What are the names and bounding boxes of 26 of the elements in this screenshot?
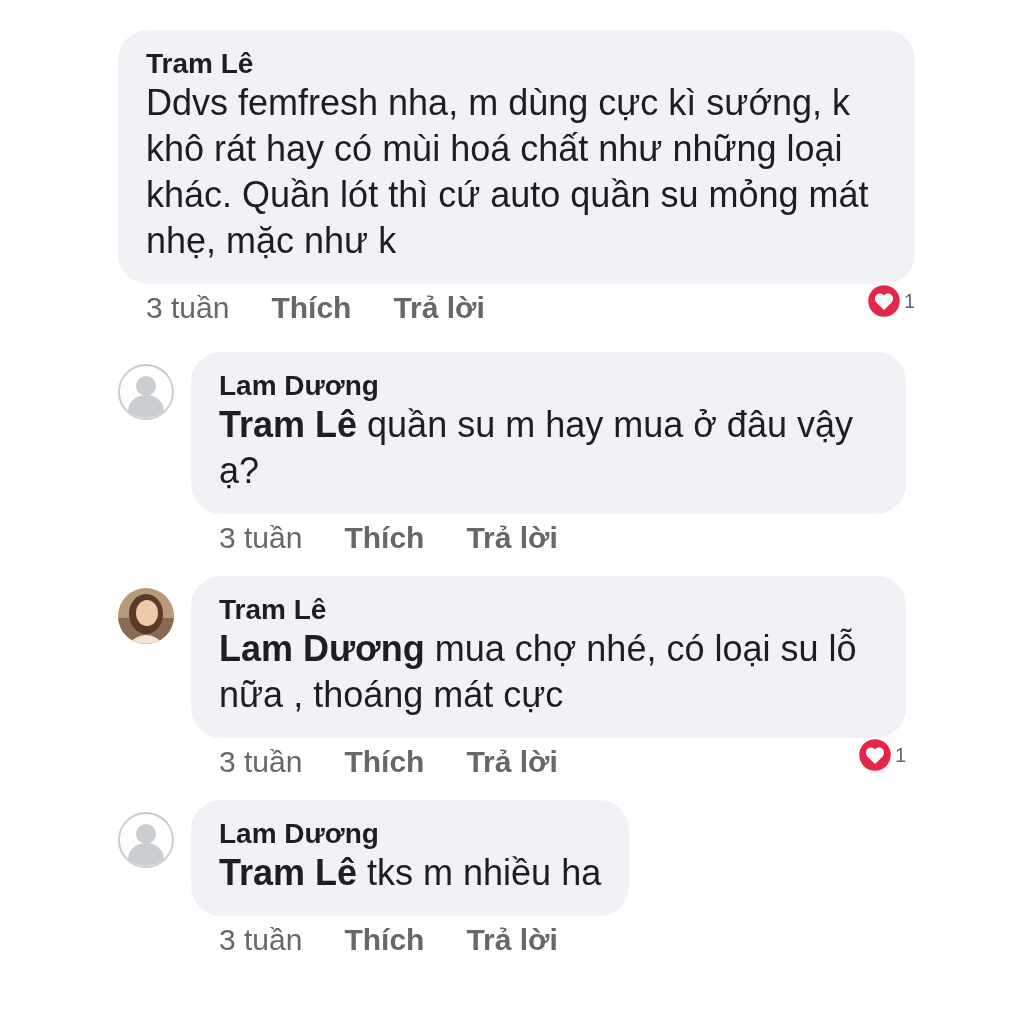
reply-link[interactable]: Trả lời <box>393 290 485 326</box>
reply-link[interactable]: Trả lời <box>466 922 558 958</box>
avatar-icon[interactable] <box>118 812 174 868</box>
timestamp: 3 tuần <box>146 290 230 326</box>
like-link[interactable]: Thích <box>344 922 425 958</box>
reaction-badge[interactable]: 1 <box>865 283 915 319</box>
timestamp: 3 tuần <box>219 744 303 780</box>
reply-link[interactable]: Trả lời <box>466 744 558 780</box>
like-link[interactable]: Thích <box>271 290 352 326</box>
author-name[interactable]: Lam Dương <box>219 818 602 850</box>
reply-link[interactable]: Trả lời <box>466 520 558 556</box>
comment-text: Tram Lê quần su m hay mua ở đâu vậy ạ? <box>219 403 854 493</box>
reaction-count: 1 <box>894 743 906 768</box>
author-name[interactable]: Lam Dương <box>219 370 878 402</box>
reaction-count: 1 <box>903 289 915 314</box>
like-link[interactable]: Thích <box>344 520 425 556</box>
avatar-icon[interactable] <box>118 364 174 420</box>
timestamp: 3 tuần <box>219 922 303 958</box>
author-name[interactable]: Tram Lê <box>219 594 878 626</box>
like-link[interactable]: Thích <box>344 744 425 780</box>
comment-text: Ddvs femfresh nha, m dùng cực kì sướng, k khô rát hay có mùi hoá chất như những loại khác. Quần lót thì cứ auto quần su mỏng mát nhẹ, mặc như k <box>146 81 870 263</box>
author-name[interactable]: Tram Lê <box>146 48 887 80</box>
reaction-badge[interactable]: 1 <box>856 737 906 773</box>
comment-text: Lam Dương mua chợ nhé, có loại su lỗ nữa , thoáng mát cực <box>219 627 858 717</box>
comment-text: Tram Lê tks m nhiều ha <box>219 851 602 895</box>
timestamp: 3 tuần <box>219 520 303 556</box>
